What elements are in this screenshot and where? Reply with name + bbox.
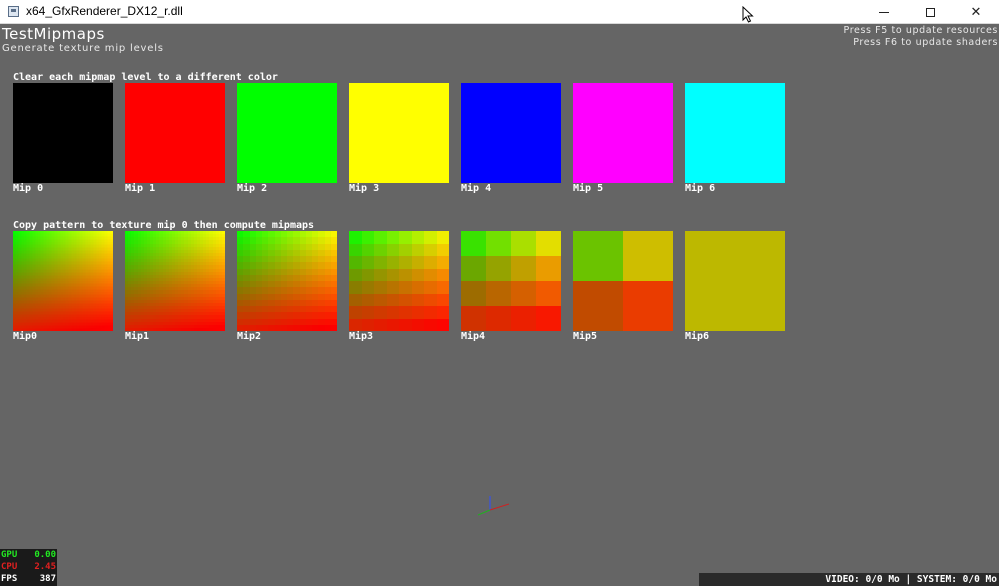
window-title-bar: x64_GfxRenderer_DX12_r.dll ✕	[0, 0, 999, 24]
texture-texel	[111, 329, 113, 331]
clear-mip-6-label: Mip 6	[685, 183, 716, 194]
section-compute-label: Copy pattern to texture mip 0 then compu…	[13, 220, 315, 231]
clear-mip-1-swatch	[125, 83, 225, 183]
computed-mip-0-texture	[13, 231, 113, 331]
clear-mip-4-swatch	[461, 83, 561, 183]
computed-mip-1-texture	[125, 231, 225, 331]
clear-mip-2-swatch	[237, 83, 337, 183]
section-clear-label: Clear each mipmap level to a different c…	[13, 72, 278, 83]
clear-mip-5-swatch	[573, 83, 673, 183]
clear-mip-4-label: Mip 4	[461, 183, 492, 194]
app-subtitle: Generate texture mip levels	[2, 43, 164, 54]
clear-mip-2-label: Mip 2	[237, 183, 268, 194]
minimize-button[interactable]	[861, 0, 907, 24]
hint-update-shaders: Press F6 to update shaders	[853, 37, 998, 48]
app-title: TestMipmaps	[2, 25, 105, 43]
close-button[interactable]: ✕	[953, 0, 999, 24]
clear-mip-6-swatch	[685, 83, 785, 183]
clear-mip-1-label: Mip 1	[125, 183, 156, 194]
clear-mip-0-label: Mip 0	[13, 183, 44, 194]
clear-mip-0-swatch	[13, 83, 113, 183]
close-icon: ✕	[970, 4, 982, 20]
minimize-icon	[879, 11, 889, 13]
clear-mip-5-label: Mip 5	[573, 183, 604, 194]
mouse-cursor-icon	[742, 6, 754, 23]
clear-mip-3-label: Mip 3	[349, 183, 380, 194]
application-icon	[8, 6, 19, 17]
clear-mip-3-swatch	[349, 83, 449, 183]
maximize-button[interactable]	[907, 0, 953, 24]
window-title: x64_GfxRenderer_DX12_r.dll	[26, 4, 183, 18]
maximize-icon	[925, 7, 935, 17]
hint-update-resources: Press F5 to update resources	[843, 25, 998, 36]
